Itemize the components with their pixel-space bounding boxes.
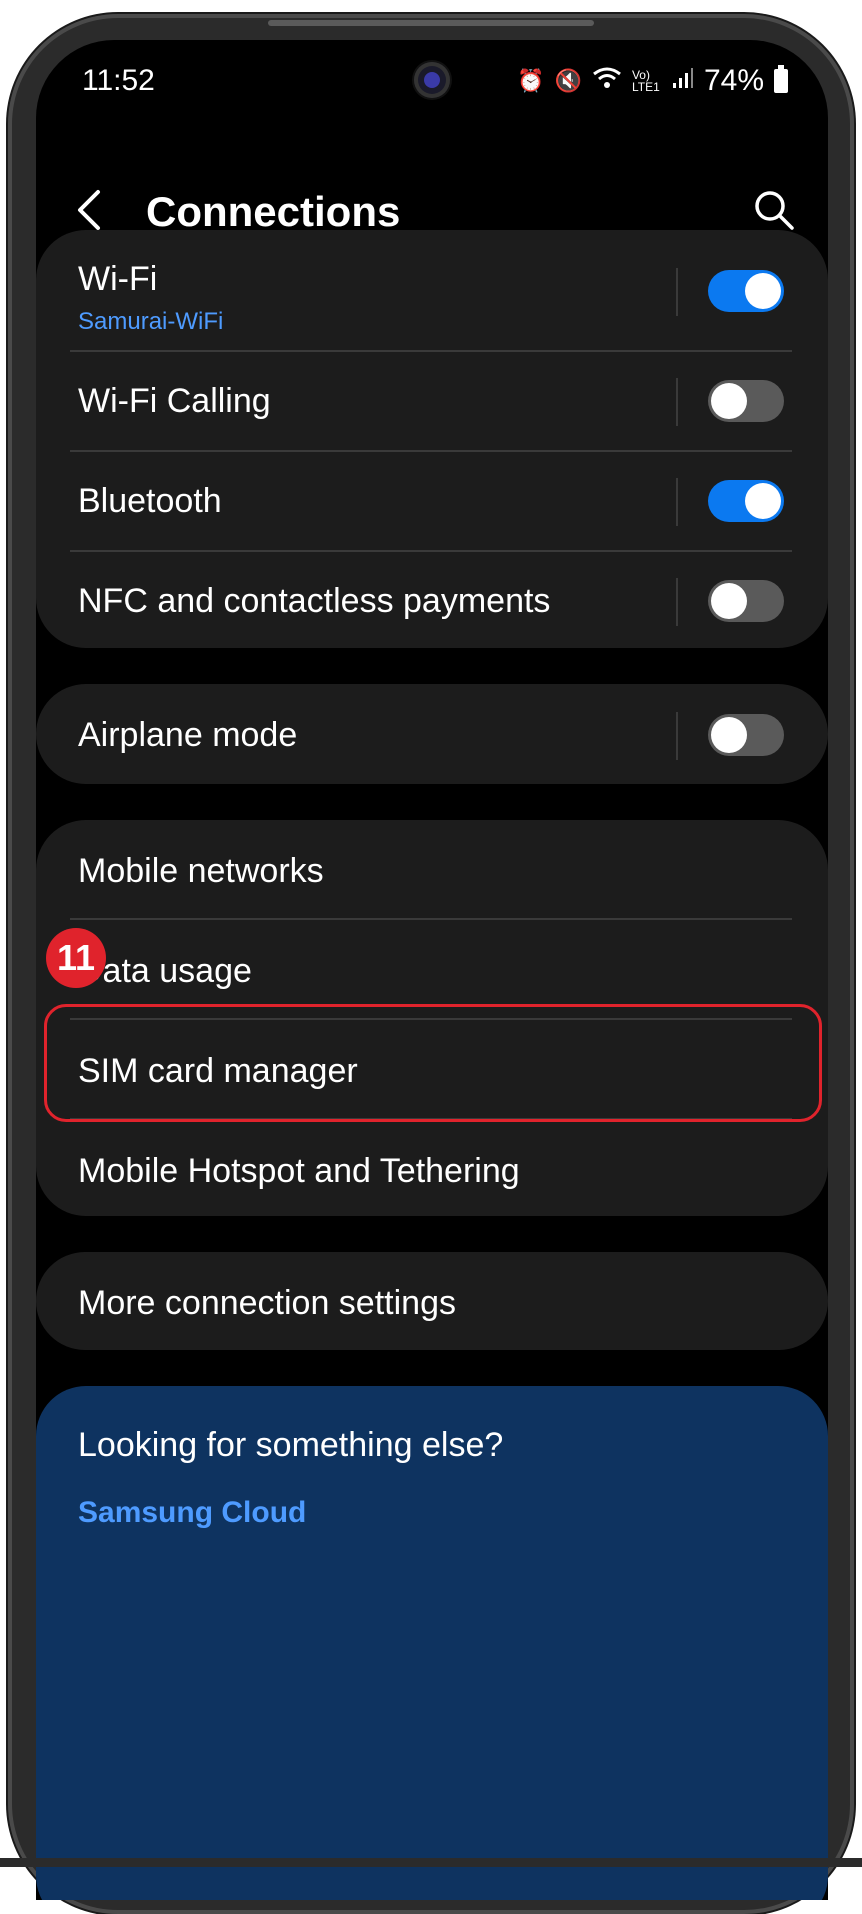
separator: [676, 378, 678, 426]
status-bar: 11:52 ⏰ 🔇 Vo) LTE1 74%: [36, 40, 828, 120]
volte-icon: Vo) LTE1: [631, 68, 660, 94]
phone-frame-container: 11:52 ⏰ 🔇 Vo) LTE1 74% Connections Wi-Fi…: [0, 0, 862, 1914]
toggle-knob: [745, 483, 781, 519]
frame-top-edge: [268, 20, 594, 26]
chevron-left-icon: [78, 190, 100, 230]
screen: 11:52 ⏰ 🔇 Vo) LTE1 74% Connections Wi-Fi…: [36, 40, 828, 1900]
toggle-knob: [711, 383, 747, 419]
wifi-icon: [592, 66, 622, 96]
connections-group-4: More connection settings: [36, 1252, 828, 1350]
status-icons: ⏰ 🔇 Vo) LTE1 74%: [517, 64, 788, 98]
row-label: Bluetooth: [78, 482, 222, 520]
row-label: Wi-Fi Calling: [78, 382, 271, 420]
airplane-mode-toggle[interactable]: [708, 714, 784, 756]
battery-percent: 74%: [703, 64, 764, 97]
status-time: 11:52: [82, 64, 155, 97]
mute-icon: 🔇: [554, 68, 582, 93]
sim-card-manager-highlight: [44, 1004, 822, 1122]
suggestion-title: Looking for something else?: [78, 1426, 504, 1464]
alarm-icon: ⏰: [517, 68, 545, 93]
row-mobile-networks[interactable]: Mobile networks: [36, 820, 828, 918]
row-label: Airplane mode: [78, 716, 298, 754]
search-icon: [755, 191, 794, 230]
toggle-knob: [711, 717, 747, 753]
connections-group-2: Airplane mode: [36, 684, 828, 784]
row-bluetooth[interactable]: Bluetooth: [36, 452, 828, 550]
bluetooth-toggle[interactable]: [708, 480, 784, 522]
row-label: Mobile networks: [78, 852, 324, 890]
wifi-toggle[interactable]: [708, 270, 784, 312]
row-more-connection-settings[interactable]: More connection settings: [36, 1252, 828, 1350]
connections-group-1: Wi-Fi Samurai-WiFi Wi-Fi Calling Bluetoo…: [36, 230, 828, 648]
separator: [676, 712, 678, 760]
battery-icon: [774, 65, 788, 93]
row-label: Wi-Fi: [78, 260, 158, 298]
separator: [676, 268, 678, 316]
phone-bottom-edge: [0, 1858, 862, 1867]
row-label: Mobile Hotspot and Tethering: [78, 1152, 520, 1190]
separator: [676, 478, 678, 526]
toggle-knob: [745, 273, 781, 309]
separator: [676, 578, 678, 626]
row-label: NFC and contactless payments: [78, 582, 551, 620]
signal-icon: [672, 67, 694, 95]
row-wifi[interactable]: Wi-Fi Samurai-WiFi: [36, 230, 828, 352]
page-title: Connections: [146, 188, 401, 235]
step-badge: 11: [46, 928, 106, 988]
row-label: More connection settings: [78, 1284, 456, 1322]
wifi-network-name: Samurai-WiFi: [78, 308, 224, 335]
row-airplane-mode[interactable]: Airplane mode: [36, 684, 828, 784]
wifi-calling-toggle[interactable]: [708, 380, 784, 422]
front-camera: [414, 62, 450, 98]
nfc-toggle[interactable]: [708, 580, 784, 622]
row-nfc[interactable]: NFC and contactless payments: [36, 552, 828, 648]
toggle-knob: [711, 583, 747, 619]
row-wifi-calling[interactable]: Wi-Fi Calling: [36, 352, 828, 450]
samsung-cloud-link[interactable]: Samsung Cloud: [78, 1496, 306, 1530]
row-mobile-hotspot[interactable]: Mobile Hotspot and Tethering: [36, 1120, 828, 1216]
search-button[interactable]: [748, 184, 800, 236]
